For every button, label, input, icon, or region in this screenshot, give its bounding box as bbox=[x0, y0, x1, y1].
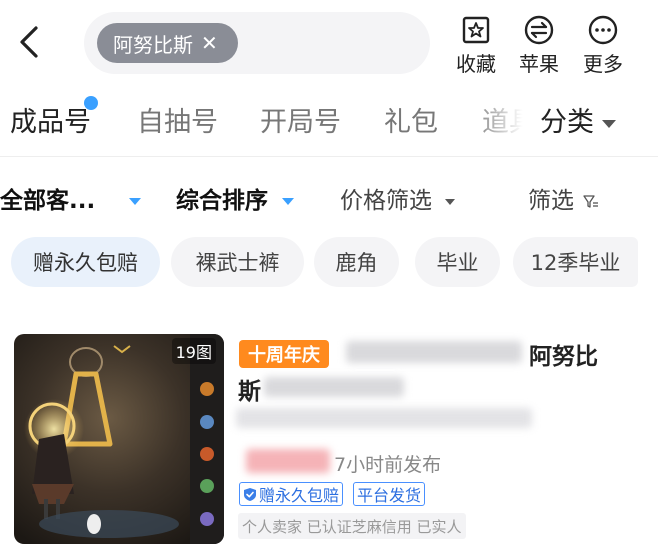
chevron-down-icon bbox=[602, 119, 616, 128]
category-tabs: 成品号 自抽号 开局号 礼包 道具 分类 bbox=[0, 96, 658, 140]
more-button[interactable]: 更多 bbox=[578, 14, 628, 77]
game-screenshot-image bbox=[14, 334, 224, 544]
notification-dot bbox=[84, 96, 98, 110]
tab-fade bbox=[470, 100, 540, 140]
image-count: 19图 bbox=[171, 338, 216, 364]
seller-info: 个人卖家 已认证芝麻信用 已实人 bbox=[238, 513, 466, 539]
back-arrow-icon[interactable] bbox=[14, 24, 44, 60]
chip-season12-graduation[interactable]: 12季毕业 bbox=[513, 237, 638, 287]
product-image[interactable]: 19图 bbox=[14, 334, 224, 544]
filter-screen-label: 筛选 bbox=[528, 188, 574, 214]
tab-finished-account[interactable]: 成品号 bbox=[10, 100, 91, 139]
chevron-down-icon bbox=[445, 198, 456, 205]
guarantee-badge: 赠永久包赔 bbox=[239, 482, 344, 506]
tab-starter-account[interactable]: 开局号 bbox=[260, 100, 341, 139]
favorite-label: 收藏 bbox=[456, 52, 496, 76]
filter-sort-label: 综合排序 bbox=[176, 188, 268, 214]
close-icon[interactable]: ✕ bbox=[201, 33, 218, 53]
search-tag-label: 阿努比斯 bbox=[113, 32, 193, 57]
redacted-title bbox=[264, 377, 404, 397]
redacted-price bbox=[246, 449, 330, 473]
filter-price-label: 价格筛选 bbox=[340, 188, 432, 214]
tab-gift-pack[interactable]: 礼包 bbox=[384, 100, 438, 139]
platform-shipping-badge: 平台发货 bbox=[353, 482, 426, 506]
filter-all-clients[interactable]: 全部客... bbox=[0, 181, 142, 215]
anniversary-badge: 十周年庆 bbox=[239, 340, 329, 368]
filter-all-clients-label: 全部客... bbox=[0, 188, 96, 214]
star-box-icon bbox=[462, 16, 490, 44]
shield-check-icon bbox=[244, 487, 256, 501]
chip-samurai-pants[interactable]: 裸武士裤 bbox=[171, 237, 304, 287]
more-dots-icon bbox=[588, 15, 618, 45]
category-dropdown[interactable]: 分类 bbox=[540, 100, 616, 139]
guarantee-badge-label: 赠永久包赔 bbox=[259, 486, 340, 505]
tab-self-draw[interactable]: 自抽号 bbox=[137, 100, 218, 139]
chip-permanent-compensation[interactable]: 赠永久包赔 bbox=[11, 237, 160, 287]
publish-time: 7小时前发布 bbox=[334, 454, 442, 476]
search-tag[interactable]: 阿努比斯 ✕ bbox=[97, 23, 238, 63]
product-title-part-2[interactable]: 斯 bbox=[238, 372, 261, 406]
chip-graduation[interactable]: 毕业 bbox=[415, 237, 500, 287]
platform-apple-button[interactable]: 苹果 bbox=[514, 14, 564, 77]
filter-price[interactable]: 价格筛选 bbox=[340, 181, 456, 215]
apple-label: 苹果 bbox=[519, 52, 559, 76]
category-label: 分类 bbox=[540, 107, 594, 138]
more-label: 更多 bbox=[583, 52, 623, 76]
chip-antlers[interactable]: 鹿角 bbox=[314, 237, 399, 287]
favorite-button[interactable]: 收藏 bbox=[451, 14, 501, 77]
redacted-title bbox=[346, 341, 522, 363]
filter-screen[interactable]: 筛选 bbox=[528, 181, 599, 215]
divider bbox=[0, 156, 658, 157]
product-title-part-1[interactable]: 阿努比 bbox=[529, 337, 598, 371]
filter-funnel-icon bbox=[583, 194, 599, 208]
swap-circle-icon bbox=[524, 15, 554, 45]
chevron-down-icon bbox=[129, 198, 142, 205]
filter-sort[interactable]: 综合排序 bbox=[176, 181, 295, 215]
chevron-down-icon bbox=[282, 198, 295, 205]
redacted-description bbox=[236, 408, 532, 428]
